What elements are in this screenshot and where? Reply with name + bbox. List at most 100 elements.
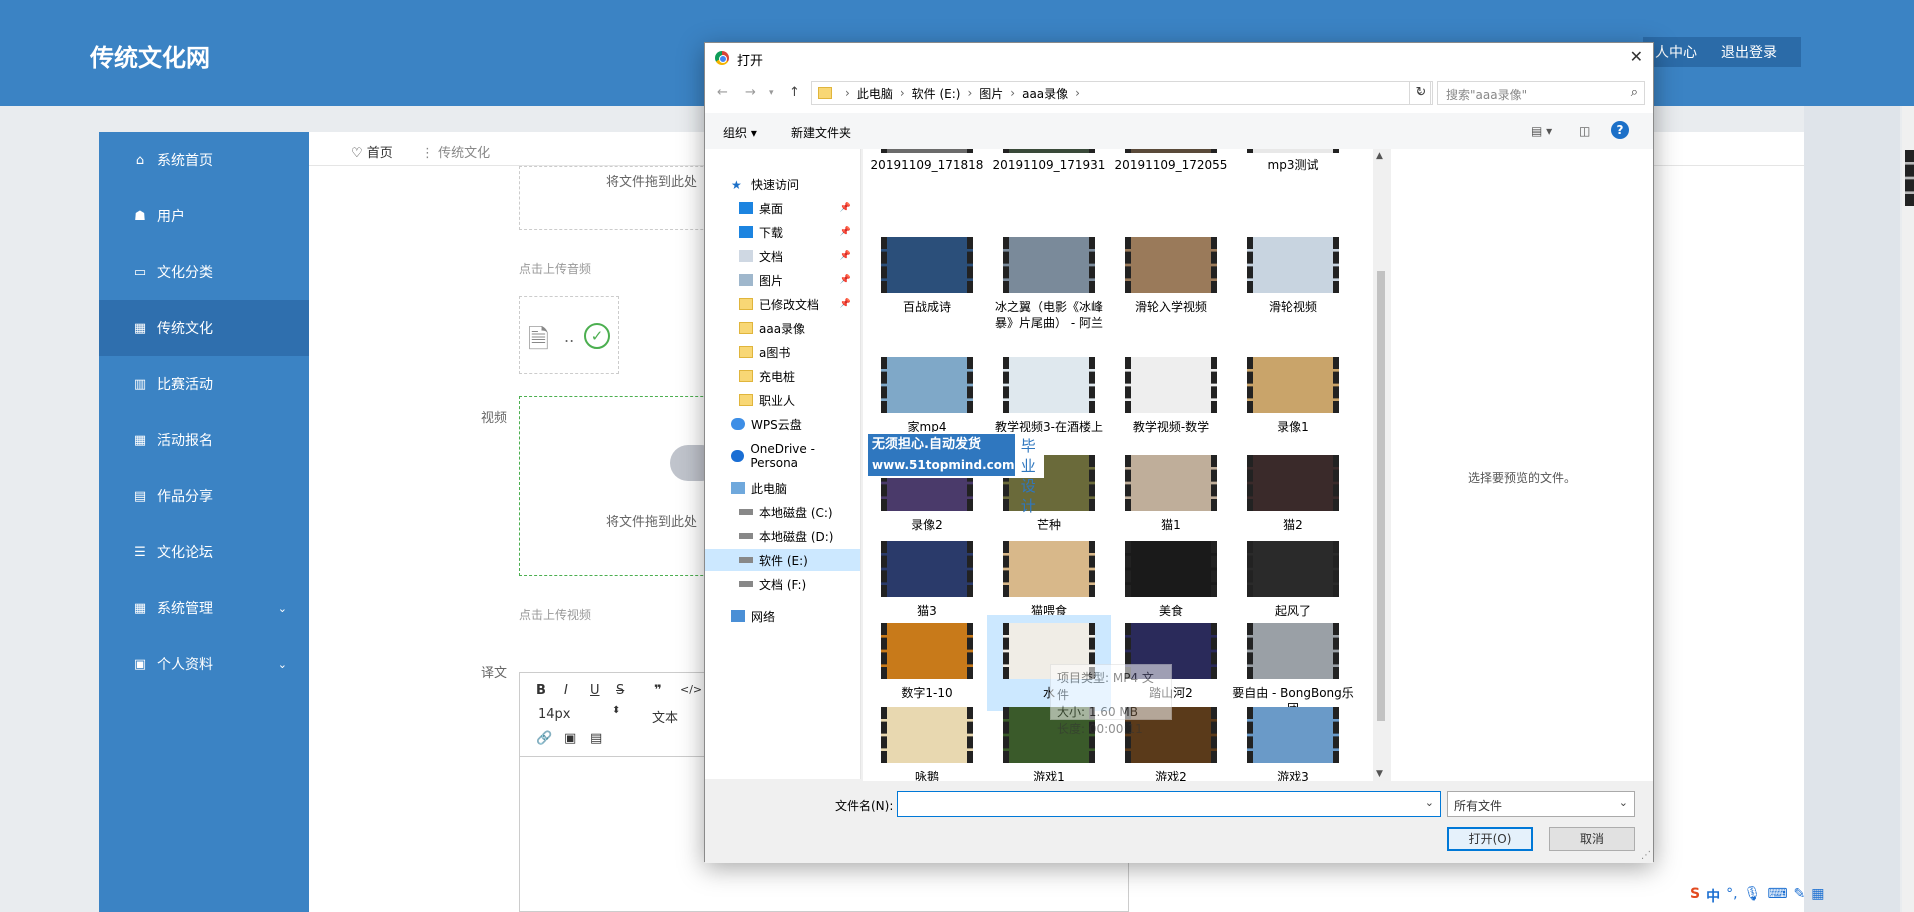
filename-input[interactable]: ⌄ bbox=[897, 791, 1441, 817]
file-item[interactable]: 猫1 bbox=[1109, 447, 1233, 532]
text-type-select[interactable]: 文本 bbox=[652, 707, 678, 726]
file-item[interactable]: 猫2 bbox=[1231, 447, 1355, 532]
open-button[interactable]: 打开(O) bbox=[1447, 827, 1533, 851]
file-item[interactable]: 要自由 - BongBong乐团 bbox=[1231, 615, 1355, 716]
search-input[interactable]: 搜索"aaa录像" ⌕ bbox=[1437, 81, 1645, 105]
nav-network[interactable]: 网络 bbox=[705, 605, 860, 627]
nav-item[interactable]: aaa录像 bbox=[705, 317, 860, 339]
path-segment[interactable]: 软件 (E:) bbox=[912, 85, 961, 102]
file-item[interactable]: mp3测试 bbox=[1231, 149, 1355, 219]
image-icon[interactable]: ▣ bbox=[564, 731, 576, 746]
back-arrow-icon[interactable]: ← bbox=[717, 85, 728, 100]
file-item[interactable]: 滑轮入学视频 bbox=[1109, 229, 1233, 339]
punctuation-icon[interactable]: °, bbox=[1726, 886, 1737, 906]
link-icon[interactable]: 🔗 bbox=[536, 731, 552, 746]
sidebar-item[interactable]: ▦ 活动报名 bbox=[99, 412, 309, 468]
video-embed-icon[interactable]: ▤ bbox=[590, 731, 602, 746]
sidebar-item[interactable]: ▦ 系统管理 ⌄ bbox=[99, 580, 309, 636]
resize-grip-icon[interactable]: ⋰ bbox=[1641, 850, 1651, 861]
file-item[interactable]: 美食 bbox=[1109, 533, 1233, 618]
file-item[interactable]: 起风了 bbox=[1231, 533, 1355, 618]
nav-item[interactable]: 下载 📌 bbox=[705, 221, 860, 243]
file-item[interactable]: 教学视频-数学 bbox=[1109, 349, 1233, 434]
keyboard-icon[interactable]: ⌨ bbox=[1767, 886, 1787, 906]
nav-item[interactable]: 桌面 📌 bbox=[705, 197, 860, 219]
microphone-icon[interactable]: 🎙 bbox=[1744, 886, 1762, 906]
nav-item[interactable]: 职业人 bbox=[705, 389, 860, 411]
nav-onedrive[interactable]: OneDrive - Persona bbox=[705, 442, 860, 470]
path-segment[interactable]: 图片 bbox=[979, 85, 1003, 102]
italic-icon[interactable]: I bbox=[564, 683, 568, 698]
font-size-select[interactable]: 14px bbox=[538, 707, 571, 722]
up-arrow-icon[interactable]: ↑ bbox=[789, 85, 800, 100]
nav-this-pc[interactable]: 此电脑 bbox=[705, 477, 860, 499]
ime-mode[interactable]: 中 bbox=[1706, 886, 1720, 906]
organize-button[interactable]: 组织 ▾ bbox=[723, 124, 757, 141]
file-grid-scrollbar-thumb[interactable] bbox=[1377, 271, 1385, 721]
new-folder-button[interactable]: 新建文件夹 bbox=[791, 124, 851, 141]
forward-arrow-icon[interactable]: → bbox=[745, 85, 756, 100]
file-item[interactable]: 百战成诗 bbox=[865, 229, 989, 339]
file-item[interactable]: 20191109_172055 bbox=[1109, 149, 1233, 219]
nav-item[interactable]: 充电桩 bbox=[705, 365, 860, 387]
nav-item[interactable]: 图片 📌 bbox=[705, 269, 860, 291]
file-item[interactable]: 猫喂食 bbox=[987, 533, 1111, 618]
logout-link[interactable]: 退出登录 bbox=[1709, 42, 1789, 62]
help-icon[interactable]: ? bbox=[1611, 121, 1629, 139]
file-item[interactable]: 20191109_171931 bbox=[987, 149, 1111, 219]
strikethrough-icon[interactable]: S bbox=[616, 683, 624, 698]
file-item[interactable]: 教学视频3-在酒楼上 bbox=[987, 349, 1111, 434]
file-item[interactable]: 游戏3 bbox=[1231, 699, 1355, 781]
sidebar-item[interactable]: ▥ 比赛活动 bbox=[99, 356, 309, 412]
nav-item[interactable]: 文档 📌 bbox=[705, 245, 860, 267]
file-item[interactable]: 冰之翼（电影《冰峰暴》片尾曲） - 阿兰 bbox=[987, 229, 1111, 339]
nav-wps[interactable]: WPS云盘 bbox=[705, 413, 860, 435]
file-item[interactable]: 咏鹅 bbox=[865, 699, 989, 781]
page-scrollbar[interactable] bbox=[1902, 106, 1914, 912]
nav-drive[interactable]: 本地磁盘 (C:) bbox=[705, 501, 860, 523]
file-item[interactable]: 录像1 bbox=[1231, 349, 1355, 434]
toolbox-icon[interactable]: ▦ bbox=[1811, 886, 1824, 906]
bold-icon[interactable]: B bbox=[536, 683, 546, 698]
sidebar-item[interactable]: ☰ 文化论坛 bbox=[99, 524, 309, 580]
file-grid-scrollbar[interactable]: ▲ ▼ bbox=[1373, 149, 1389, 781]
scroll-up-icon[interactable]: ▲ bbox=[1376, 151, 1383, 161]
path-breadcrumb[interactable]: › 此电脑 › 软件 (E:) › 图片 › aaa录像 › ⌄ bbox=[811, 81, 1431, 105]
nav-item[interactable]: a图书 bbox=[705, 341, 860, 363]
audio-file-card[interactable]: 🗎 .. ✓ bbox=[519, 296, 619, 374]
nav-drive[interactable]: 文档 (F:) bbox=[705, 573, 860, 595]
nav-drive[interactable]: 本地磁盘 (D:) bbox=[705, 525, 860, 547]
path-segment[interactable]: aaa录像 bbox=[1022, 85, 1068, 102]
close-icon[interactable]: ✕ bbox=[1630, 47, 1643, 66]
file-item[interactable]: 家mp4 bbox=[865, 349, 989, 434]
page-scrollbar-thumb[interactable] bbox=[1905, 150, 1914, 206]
view-options-icon[interactable]: ▤ ▾ bbox=[1531, 124, 1552, 138]
sidebar-item[interactable]: ▦ 传统文化 bbox=[99, 300, 309, 356]
sidebar-item[interactable]: ▤ 作品分享 bbox=[99, 468, 309, 524]
code-icon[interactable]: </> bbox=[680, 683, 702, 696]
quote-icon[interactable]: ❞ bbox=[654, 683, 662, 698]
file-item[interactable]: 滑轮视频 bbox=[1231, 229, 1355, 339]
nav-drive[interactable]: 软件 (E:) bbox=[705, 549, 860, 571]
sidebar-item[interactable]: ☗ 用户 bbox=[99, 188, 309, 244]
file-item[interactable]: 20191109_171818 bbox=[865, 149, 989, 219]
filetype-select[interactable]: 所有文件 ⌄ bbox=[1447, 791, 1635, 817]
sogou-icon[interactable]: S bbox=[1690, 886, 1700, 906]
underline-icon[interactable]: U bbox=[590, 683, 600, 698]
file-item[interactable]: 数字1-10 bbox=[865, 615, 989, 711]
filename-dropdown-chevron-icon[interactable]: ⌄ bbox=[1425, 796, 1434, 809]
sidebar-item[interactable]: ⌂ 系统首页 bbox=[99, 132, 309, 188]
path-segment[interactable]: 此电脑 bbox=[857, 85, 893, 102]
file-item[interactable]: 猫3 bbox=[865, 533, 989, 618]
preview-pane-icon[interactable]: ◫ bbox=[1579, 124, 1590, 138]
refresh-icon[interactable]: ↻ bbox=[1409, 81, 1433, 105]
recent-chevron-icon[interactable]: ▾ bbox=[769, 88, 774, 98]
skin-icon[interactable]: ✎ bbox=[1794, 886, 1806, 906]
nav-item[interactable]: 已修改文档 📌 bbox=[705, 293, 860, 315]
sidebar-item[interactable]: ▣ 个人资料 ⌄ bbox=[99, 636, 309, 692]
breadcrumb-home[interactable]: ♡ 首页 bbox=[351, 142, 393, 161]
nav-quick-access[interactable]: ★ 快速访问 bbox=[705, 173, 860, 195]
sidebar-item[interactable]: ▭ 文化分类 bbox=[99, 244, 309, 300]
scroll-down-icon[interactable]: ▼ bbox=[1376, 769, 1383, 779]
cancel-button[interactable]: 取消 bbox=[1549, 827, 1635, 851]
